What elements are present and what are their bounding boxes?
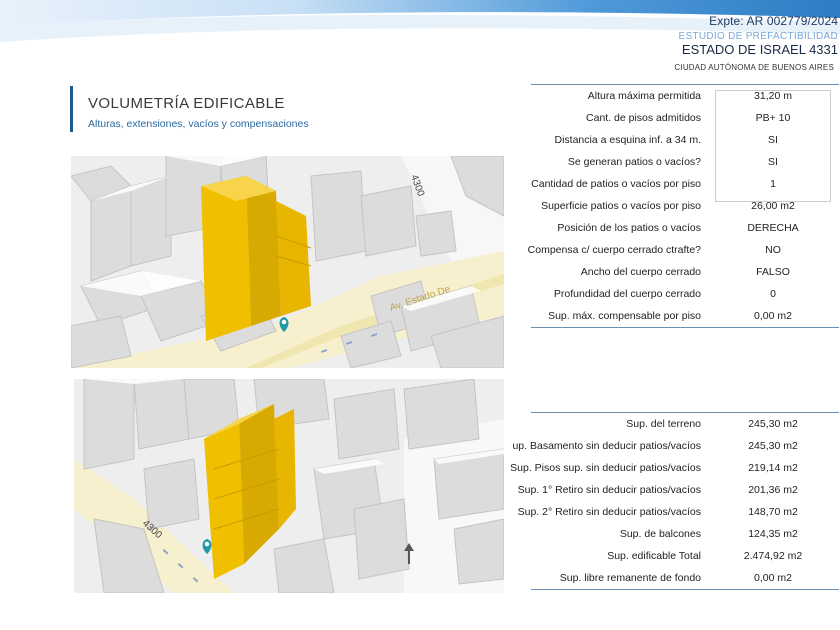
row-label: Sup. 2° Retiro sin deducir patios/vacíos (517, 506, 701, 518)
table1-row: Cant. de pisos admitidos PB+ 10 (531, 107, 839, 129)
row-label: Sup. máx. compensable por piso (548, 310, 701, 322)
table2-row: Sup. edificable Total 2.474,92 m2 (531, 545, 839, 567)
row-label: Distancia a esquina inf. a 34 m. (554, 134, 702, 146)
row-label: Cantidad de patios o vacíos por piso (531, 178, 701, 190)
table2-row: Sup. libre remanente de fondo 0,00 m2 (531, 567, 839, 589)
study-type: ESTUDIO DE PREFACTIBILIDAD (678, 31, 838, 42)
row-label: Sup. libre remanente de fondo (559, 572, 701, 584)
header-info: Expte: AR 002779/2024 ESTUDIO DE PREFACT… (674, 14, 838, 72)
row-label: Compensa c/ cuerpo cerrado ctrafte? (527, 244, 701, 256)
row-value: 0 (770, 288, 776, 300)
table1-row: Ancho del cuerpo cerrado FALSO (531, 261, 839, 283)
row-value: 201,36 m2 (748, 484, 798, 496)
surface-parameters-table: Sup. del terreno 245,30 m2 up. Basamento s… (510, 412, 839, 590)
row-value: 124,35 m2 (748, 528, 798, 540)
row-label: Sup. del terreno (626, 418, 701, 430)
row-label: Cant. de pisos admitidos (586, 112, 701, 124)
row-value: 0,00 m2 (754, 310, 792, 322)
table1-row: Compensa c/ cuerpo cerrado ctrafte? NO (527, 239, 839, 261)
row-value: FALSO (756, 266, 790, 278)
row-value: 219,14 m2 (748, 462, 798, 474)
row-value: 0,00 m2 (754, 572, 792, 584)
row-value: SI (768, 156, 778, 168)
section-heading: VOLUMETRÍA EDIFICABLE Alturas, extension… (70, 86, 309, 132)
row-value: SI (768, 134, 778, 146)
table1-row: Posición de los patios o vacíos DERECHA (531, 217, 839, 239)
section-subtitle: Alturas, extensiones, vacíos y compensac… (88, 118, 309, 130)
row-label: Posición de los patios o vacíos (557, 222, 701, 234)
row-label: up. Basamento sin deducir patios/vacíos (512, 440, 701, 452)
table1-row: Se generan patios o vacíos? SI (531, 151, 839, 173)
city-name: CIUDAD AUTÓNOMA DE BUENOS AIRES (674, 63, 834, 72)
table2-row: Sup. de balcones 124,35 m2 (531, 523, 839, 545)
row-label: Ancho del cuerpo cerrado (580, 266, 701, 278)
row-label: Sup. Pisos sup. sin deducir patios/vacío… (510, 462, 701, 474)
row-value: PB+ 10 (755, 112, 791, 124)
row-value: DERECHA (747, 222, 799, 234)
table1-row: Cantidad de patios o vacíos por piso 1 (531, 173, 839, 195)
row-label: Sup. edificable Total (607, 550, 701, 562)
row-label: Se generan patios o vacíos? (567, 156, 701, 168)
row-value: 26,00 m2 (751, 200, 795, 212)
table2-row: Sup. 1° Retiro sin deducir patios/vacíos… (518, 479, 839, 501)
table2-row: Sup. Pisos sup. sin deducir patios/vacío… (510, 457, 839, 479)
row-value: NO (765, 244, 781, 256)
table1-row: Distancia a esquina inf. a 34 m. SI (531, 129, 839, 151)
volumetry-map-bottom: 4300 (74, 379, 504, 593)
expediente-number: Expte: AR 002779/2024 (709, 14, 838, 28)
property-address: ESTADO DE ISRAEL 4331 (681, 42, 838, 57)
row-label: Sup. 1° Retiro sin deducir patios/vacíos (517, 484, 701, 496)
row-value: 31,20 m (754, 90, 792, 102)
row-value: 1 (770, 178, 776, 190)
section-title: VOLUMETRÍA EDIFICABLE (88, 95, 285, 112)
row-value: 245,30 m2 (748, 418, 798, 430)
table2-row: Sup. 2° Retiro sin deducir patios/vacíos… (518, 501, 839, 523)
row-label: Superficie patios o vacíos por piso (541, 200, 701, 212)
volumetry-map-top: 4300 Av. Estado De (71, 156, 504, 368)
table1-row: Altura máxima permitida 31,20 m (531, 85, 839, 107)
table2-row: up. Basamento sin deducir patios/vacíos 2… (512, 435, 839, 457)
table2-row: Sup. del terreno 245,30 m2 (531, 413, 839, 435)
row-value: 2.474,92 m2 (743, 550, 803, 562)
table1-row: Superficie patios o vacíos por piso 26,00… (531, 195, 839, 217)
row-label: Altura máxima permitida (587, 90, 701, 102)
height-parameters-table: Altura máxima permitida 31,20 m Cant. de p… (527, 84, 839, 328)
row-label: Profundidad del cuerpo cerrado (553, 288, 701, 300)
row-value: 245,30 m2 (748, 440, 798, 452)
table1-row: Sup. máx. compensable por piso 0,00 m2 (531, 305, 839, 327)
table1-row: Profundidad del cuerpo cerrado 0 (531, 283, 839, 305)
row-value: 148,70 m2 (748, 506, 798, 518)
row-label: Sup. de balcones (619, 528, 701, 540)
